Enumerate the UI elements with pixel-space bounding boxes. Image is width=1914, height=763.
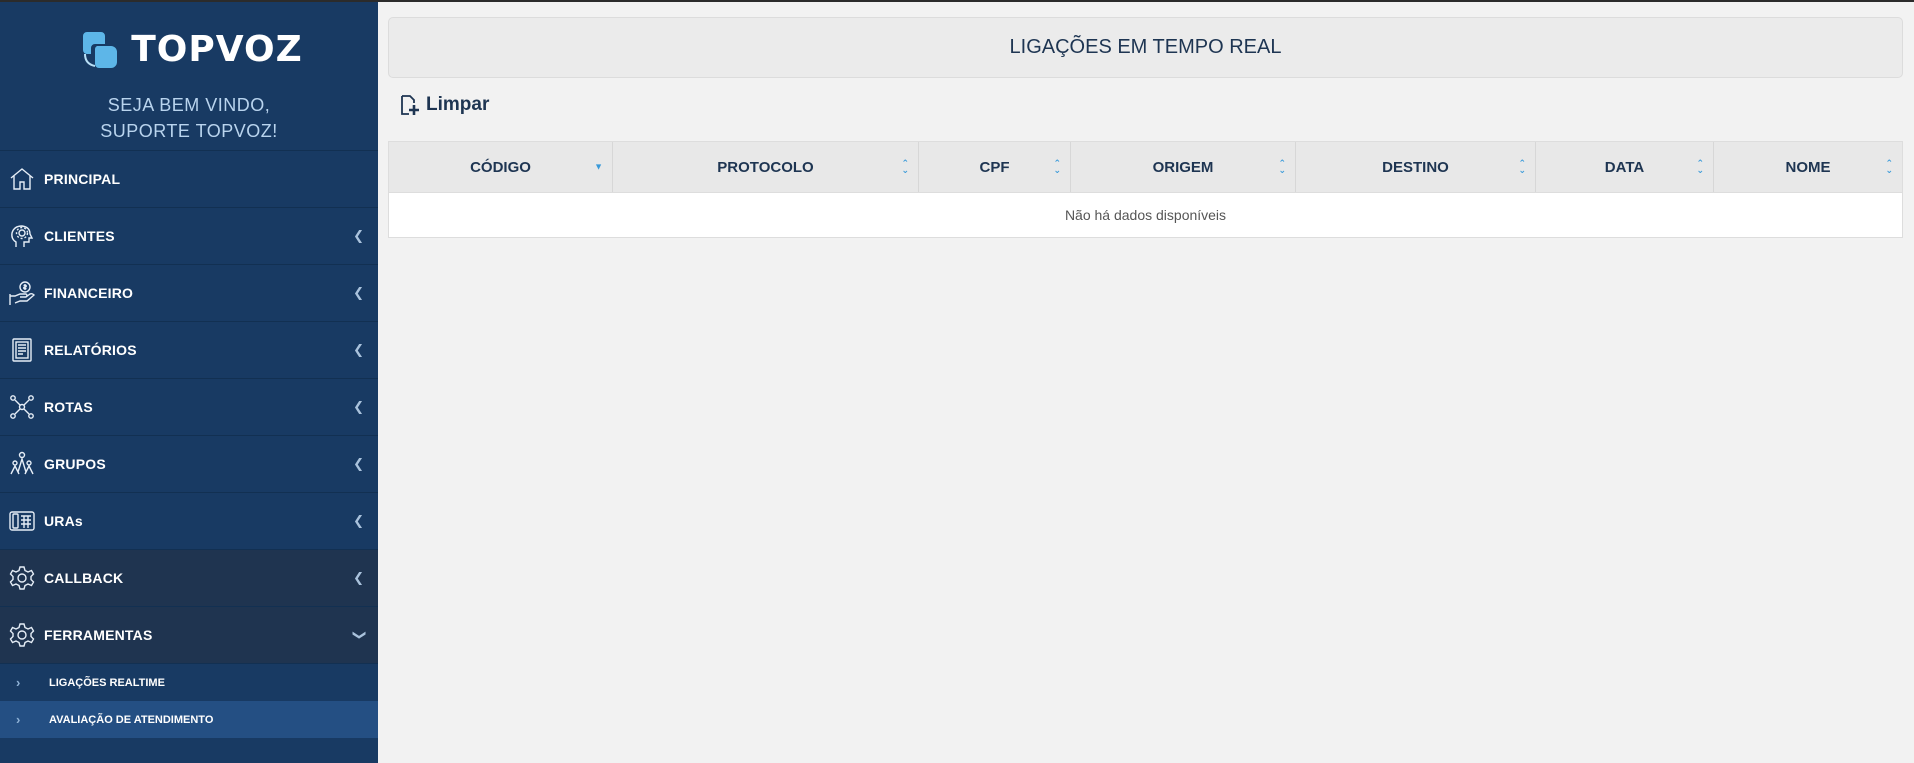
sort-desc-icon: ▼ <box>594 161 603 172</box>
money-hand-icon <box>0 265 44 322</box>
chevron-left-icon: ❮ <box>353 399 364 414</box>
page-title: LIGAÇÕES EM TEMPO REAL <box>388 17 1903 78</box>
chevron-left-icon: ❮ <box>353 513 364 528</box>
logo-text: TOPVOZ <box>131 28 303 70</box>
sidebar-item-label: ROTAS <box>44 399 93 415</box>
sidebar-item-label: GRUPOS <box>44 456 106 472</box>
sidebar-item-uras[interactable]: URAs ❮ <box>0 493 378 550</box>
sort-icon: ⌃ ⌄ <box>1518 158 1526 175</box>
chevron-right-icon: › <box>16 712 21 727</box>
sidebar-item-financeiro[interactable]: FINANCEIRO ❮ <box>0 265 378 322</box>
column-header-nome[interactable]: NOME ⌃ ⌄ <box>1714 142 1902 192</box>
sidebar-item-ferramentas[interactable]: FERRAMENTAS ❮ <box>0 607 378 664</box>
home-icon <box>0 151 44 208</box>
clear-button[interactable]: Limpar <box>398 94 489 116</box>
table-header: CÓDIGO ▼ PROTOCOLO ⌃ ⌄ CPF ⌃ ⌄ ORIGEM ⌃ ⌄ D… <box>389 142 1902 193</box>
chevron-left-icon: ❮ <box>353 285 364 300</box>
chevron-left-icon: ❮ <box>353 342 364 357</box>
sidebar-item-relatorios[interactable]: RELATÓRIOS ❮ <box>0 322 378 379</box>
welcome-line-1: SEJA BEM VINDO, <box>107 95 271 115</box>
sidebar-item-rotas[interactable]: ROTAS ❮ <box>0 379 378 436</box>
column-header-label: PROTOCOLO <box>717 158 814 176</box>
sidebar-item-label: FERRAMENTAS <box>44 627 153 643</box>
sidebar-subitem-ligacoes-realtime[interactable]: › LIGAÇÕES REALTIME <box>0 664 378 701</box>
table-empty-message: Não há dados disponíveis <box>1064 207 1227 223</box>
welcome-line-2: SUPORTE TOPVOZ! <box>100 121 278 141</box>
head-gear-icon <box>0 208 44 265</box>
phone-keypad-icon <box>0 493 44 550</box>
chevron-left-icon: ❮ <box>353 456 364 471</box>
logo[interactable]: TOPVOZ <box>0 24 378 74</box>
welcome-message: SEJA BEM VINDO, SUPORTE TOPVOZ! <box>0 92 378 144</box>
sidebar-item-label: CALLBACK <box>44 570 124 586</box>
chevron-down-icon: ❮ <box>350 629 366 641</box>
sidebar-subitem-label: LIGAÇÕES REALTIME <box>49 676 165 689</box>
window-top-border <box>0 0 1914 2</box>
column-header-protocolo[interactable]: PROTOCOLO ⌃ ⌄ <box>613 142 919 192</box>
sort-icon: ⌃ ⌄ <box>1053 158 1061 175</box>
report-icon <box>0 322 44 379</box>
column-header-label: CÓDIGO <box>470 158 531 176</box>
sort-icon: ⌃ ⌄ <box>1885 158 1893 175</box>
sidebar-item-label: URAs <box>44 513 83 529</box>
sidebar-item-label: RELATÓRIOS <box>44 342 137 358</box>
topvoz-logo-icon <box>83 32 118 68</box>
gear-icon <box>0 550 44 607</box>
sidebar-subitem-avaliacao-atendimento[interactable]: › AVALIAÇÃO DE ATENDIMENTO <box>0 701 378 738</box>
column-header-cpf[interactable]: CPF ⌃ ⌄ <box>919 142 1071 192</box>
column-header-label: ORIGEM <box>1152 158 1214 176</box>
sidebar-item-clientes[interactable]: CLIENTES ❮ <box>0 208 378 265</box>
chevron-left-icon: ❮ <box>353 228 364 243</box>
sidebar-item-label: CLIENTES <box>44 228 115 244</box>
column-header-data[interactable]: DATA ⌃ ⌄ <box>1536 142 1714 192</box>
sort-icon: ⌃ ⌄ <box>901 158 909 175</box>
sidebar-item-principal[interactable]: PRINCIPAL <box>0 151 378 208</box>
file-add-icon <box>401 95 419 115</box>
gear-icon <box>0 607 44 664</box>
column-header-label: DATA <box>1604 158 1645 176</box>
sidebar-item-callback[interactable]: CALLBACK ❮ <box>0 550 378 607</box>
column-header-label: CPF <box>979 158 1010 176</box>
group-icon <box>0 436 44 493</box>
sidebar: TOPVOZ SEJA BEM VINDO, SUPORTE TOPVOZ! P… <box>0 0 378 763</box>
column-header-label: NOME <box>1785 158 1831 176</box>
main-content: LIGAÇÕES EM TEMPO REAL Limpar CÓDIGO ▼ P… <box>378 2 1914 763</box>
column-header-label: DESTINO <box>1382 158 1449 176</box>
chevron-right-icon: › <box>16 675 21 690</box>
calls-table: CÓDIGO ▼ PROTOCOLO ⌃ ⌄ CPF ⌃ ⌄ ORIGEM ⌃ ⌄ D… <box>388 141 1903 238</box>
sidebar-item-label: PRINCIPAL <box>44 171 121 187</box>
column-header-codigo[interactable]: CÓDIGO ▼ <box>389 142 613 192</box>
sort-icon: ⌃ ⌄ <box>1278 158 1286 175</box>
column-header-origem[interactable]: ORIGEM ⌃ ⌄ <box>1071 142 1296 192</box>
column-header-destino[interactable]: DESTINO ⌃ ⌄ <box>1296 142 1536 192</box>
chevron-left-icon: ❮ <box>353 570 364 585</box>
clear-button-label: Limpar <box>426 94 490 115</box>
network-icon <box>0 379 44 436</box>
sidebar-item-grupos[interactable]: GRUPOS ❮ <box>0 436 378 493</box>
sort-icon: ⌃ ⌄ <box>1696 158 1704 175</box>
sidebar-subitem-label: AVALIAÇÃO DE ATENDIMENTO <box>49 713 214 726</box>
brand-area: TOPVOZ SEJA BEM VINDO, SUPORTE TOPVOZ! <box>0 0 378 150</box>
sidebar-item-label: FINANCEIRO <box>44 285 134 301</box>
